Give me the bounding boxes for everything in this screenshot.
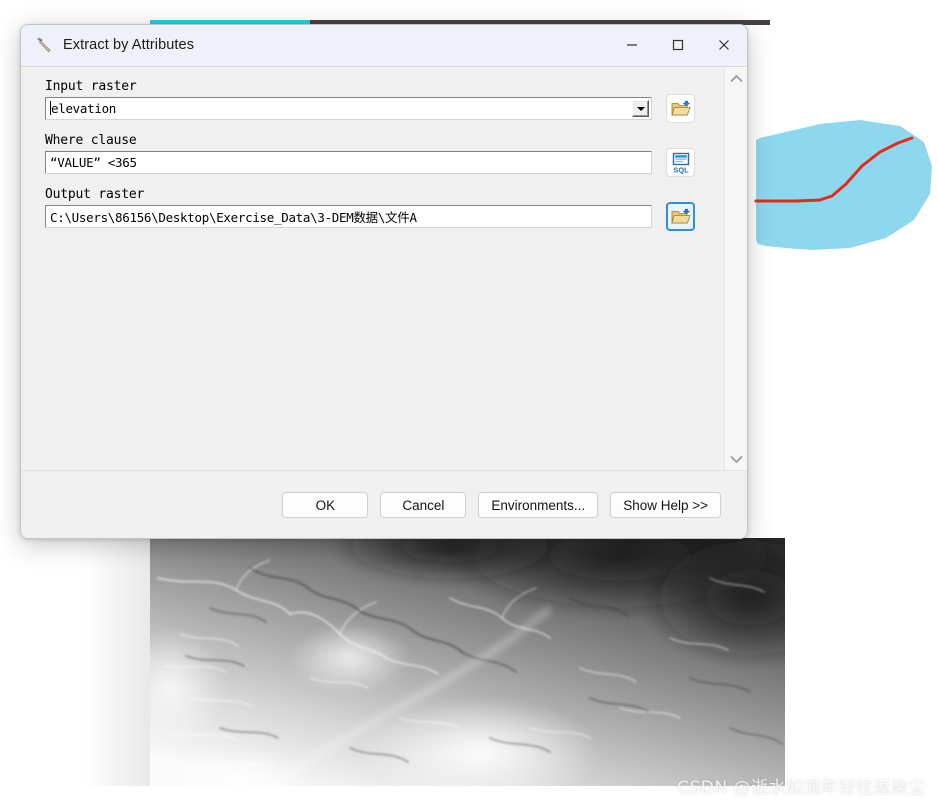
where-clause-value: “VALUE” <365: [50, 155, 137, 170]
dialog-scrollbar[interactable]: [724, 67, 747, 470]
close-button[interactable]: [701, 25, 747, 65]
input-raster-label: Input raster: [45, 79, 137, 94]
where-clause-input[interactable]: “VALUE” <365: [45, 151, 652, 174]
scroll-up-icon[interactable]: [725, 67, 747, 89]
extract-by-attributes-dialog: Extract by Attributes Input raster eleva…: [20, 24, 748, 539]
sql-query-builder-button[interactable]: SQL: [666, 148, 695, 177]
sql-builder-icon: SQL: [672, 152, 689, 174]
where-clause-field-group: Where clause “VALUE” <365 SQL: [45, 133, 695, 177]
minimize-button[interactable]: [609, 25, 655, 65]
open-folder-icon: [670, 100, 691, 115]
input-raster-value: elevation: [46, 101, 116, 116]
ok-button[interactable]: OK: [282, 492, 369, 518]
csdn-watermark: CSDN @逝水如流年轻往返染尘: [677, 778, 926, 798]
output-raster-field-group: Output raster C:\Users\86156\Desktop\Exe…: [45, 187, 695, 231]
cancel-button[interactable]: Cancel: [380, 492, 467, 518]
input-raster-browse-button[interactable]: [666, 94, 695, 123]
open-folder-icon: [670, 208, 691, 223]
maximize-button[interactable]: [655, 25, 701, 65]
window-controls: [609, 25, 747, 65]
output-raster-value: C:\Users\86156\Desktop\Exercise_Data\3-D…: [50, 210, 417, 225]
where-clause-label: Where clause: [45, 133, 137, 148]
input-raster-combobox[interactable]: elevation: [45, 97, 652, 120]
input-raster-field-group: Input raster elevation: [45, 79, 695, 123]
output-raster-browse-button[interactable]: [666, 202, 695, 231]
scroll-down-icon[interactable]: [725, 448, 747, 470]
environments-button[interactable]: Environments...: [478, 492, 599, 518]
hammer-tool-icon: [33, 34, 55, 56]
output-raster-label: Output raster: [45, 187, 145, 202]
dialog-title: Extract by Attributes: [63, 37, 195, 53]
output-raster-input[interactable]: C:\Users\86156\Desktop\Exercise_Data\3-D…: [45, 205, 652, 228]
dialog-body: Input raster elevation Where clause “VAL…: [21, 66, 747, 538]
show-help-button[interactable]: Show Help >>: [610, 492, 721, 518]
dialog-button-bar: OK Cancel Environments... Show Help >>: [21, 470, 747, 538]
raster-left-margin: [0, 538, 152, 786]
dialog-titlebar[interactable]: Extract by Attributes: [21, 25, 747, 66]
chevron-down-icon[interactable]: [632, 100, 649, 117]
sql-icon-caption: SQL: [673, 165, 689, 173]
parameter-form: Input raster elevation Where clause “VAL…: [45, 79, 695, 241]
dem-hillshade-raster: [150, 538, 785, 786]
